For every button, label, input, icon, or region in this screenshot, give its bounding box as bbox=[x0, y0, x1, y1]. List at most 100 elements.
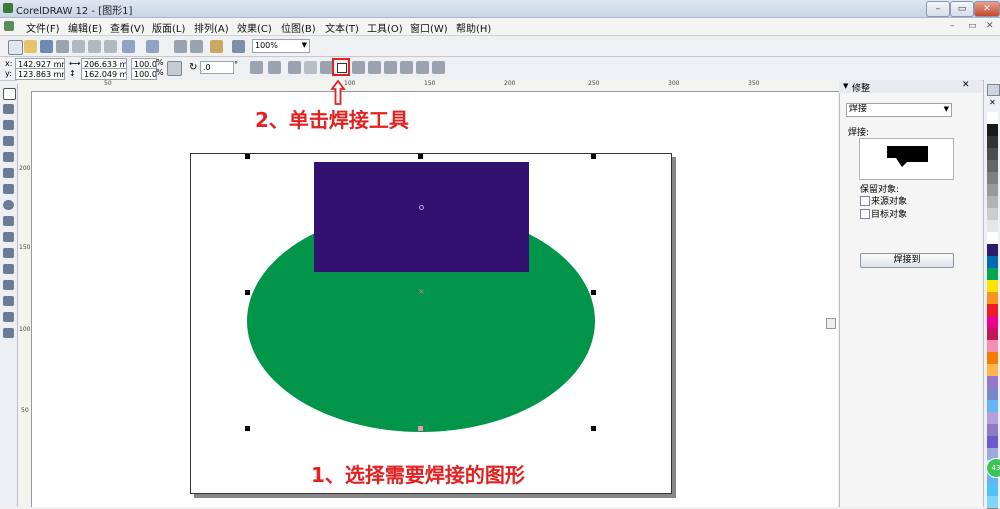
weld-to-button[interactable]: 焊接到 bbox=[860, 253, 954, 268]
docker-close-icon[interactable]: ✕ bbox=[962, 80, 970, 90]
menu-edit[interactable]: 编辑(E) bbox=[68, 20, 102, 35]
document-icon[interactable] bbox=[4, 21, 14, 31]
selection-handle[interactable] bbox=[245, 154, 250, 159]
scroll-thumb[interactable] bbox=[826, 318, 836, 329]
purple-rectangle[interactable] bbox=[314, 162, 529, 272]
ungroup-icon[interactable] bbox=[304, 61, 317, 74]
menu-tools[interactable]: 工具(O) bbox=[367, 20, 403, 35]
drawing-canvas[interactable]: × 1、选择需要焊接的图形 2、单击焊接工具 bbox=[32, 80, 838, 507]
floating-badge-icon[interactable]: 43 bbox=[986, 458, 1000, 478]
selection-handle[interactable] bbox=[591, 290, 596, 295]
menu-layout[interactable]: 版面(L) bbox=[152, 20, 185, 35]
eyedropper-tool-icon[interactable] bbox=[3, 280, 14, 290]
doc-restore-icon[interactable]: ▭ bbox=[968, 21, 977, 31]
palette-swatch[interactable] bbox=[987, 496, 998, 509]
y-position-input[interactable]: 123.863 mm bbox=[15, 68, 65, 80]
simplify-icon[interactable] bbox=[384, 61, 397, 74]
freehand-tool-icon[interactable] bbox=[3, 152, 14, 162]
front-minus-back-icon[interactable] bbox=[400, 61, 413, 74]
doc-min-icon[interactable]: – bbox=[950, 21, 955, 31]
menu-arrange[interactable]: 排列(A) bbox=[194, 20, 229, 35]
redo-icon[interactable] bbox=[146, 40, 159, 53]
selection-handle[interactable] bbox=[418, 154, 423, 159]
zoom-tool-icon[interactable] bbox=[3, 136, 14, 146]
scale-y-input[interactable]: 100.0 bbox=[131, 68, 157, 80]
selection-handle[interactable] bbox=[591, 154, 596, 159]
menu-help[interactable]: 帮助(H) bbox=[456, 20, 491, 35]
menu-text[interactable]: 文本(T) bbox=[325, 20, 359, 35]
undo-icon[interactable] bbox=[122, 40, 135, 53]
target-object-label: 目标对象 bbox=[871, 210, 908, 220]
interactive-fill-tool-icon[interactable] bbox=[3, 328, 14, 338]
menu-file[interactable]: 文件(F) bbox=[26, 20, 60, 35]
menu-view[interactable]: 查看(V) bbox=[110, 20, 145, 35]
drawing-page[interactable]: × 1、选择需要焊接的图形 bbox=[190, 153, 672, 494]
lock-ratio-icon[interactable] bbox=[167, 61, 182, 76]
shape-tool-icon[interactable] bbox=[3, 104, 14, 114]
menu-bitmaps[interactable]: 位图(B) bbox=[281, 20, 316, 35]
mirror-v-icon[interactable] bbox=[268, 61, 281, 74]
intersect-icon[interactable] bbox=[368, 61, 381, 74]
mirror-h-icon[interactable] bbox=[250, 61, 263, 74]
no-color-icon[interactable]: ✕ bbox=[987, 98, 998, 108]
shaping-mode-select[interactable]: 焊接 ▼ bbox=[846, 103, 952, 117]
app-launcher-icon[interactable] bbox=[210, 40, 223, 53]
close-button[interactable]: ✕ bbox=[974, 1, 1000, 17]
annotation-arrow-icon bbox=[330, 80, 346, 105]
minimize-button[interactable]: – bbox=[926, 1, 950, 17]
fill-tool-icon[interactable] bbox=[3, 312, 14, 322]
menu-effects[interactable]: 效果(C) bbox=[237, 20, 272, 35]
toolbox bbox=[0, 84, 18, 507]
chevron-down-icon: ▼ bbox=[943, 105, 949, 113]
chevron-down-icon[interactable]: ▼ bbox=[843, 82, 848, 90]
selection-handle[interactable] bbox=[245, 426, 250, 431]
width-icon: ⟷ bbox=[69, 59, 81, 68]
selection-handle[interactable] bbox=[591, 426, 596, 431]
crop-tool-icon[interactable] bbox=[3, 120, 14, 130]
open-icon[interactable] bbox=[24, 40, 37, 53]
cut-icon[interactable] bbox=[72, 40, 85, 53]
target-object-checkbox[interactable] bbox=[860, 209, 870, 219]
ruler-tick: 100 bbox=[19, 326, 31, 333]
outline-tool-icon[interactable] bbox=[3, 296, 14, 306]
polygon-tool-icon[interactable] bbox=[3, 216, 14, 226]
selection-handle[interactable] bbox=[245, 290, 250, 295]
boundary-icon[interactable] bbox=[432, 61, 445, 74]
paste-icon[interactable] bbox=[104, 40, 117, 53]
source-object-checkbox[interactable] bbox=[860, 196, 870, 206]
horizontal-ruler: 50 100 150 200 250 300 350 bbox=[17, 80, 839, 92]
trim-icon[interactable] bbox=[352, 61, 365, 74]
new-icon[interactable] bbox=[8, 40, 23, 55]
weld-to-label: 焊接到 bbox=[893, 255, 921, 265]
color-palette: ✕ 43 bbox=[983, 80, 1000, 509]
print-icon[interactable] bbox=[56, 40, 69, 53]
smart-fill-tool-icon[interactable] bbox=[3, 168, 14, 178]
back-minus-front-icon[interactable] bbox=[416, 61, 429, 74]
source-object-label: 来源对象 bbox=[871, 197, 908, 207]
basic-shapes-tool-icon[interactable] bbox=[3, 232, 14, 242]
save-icon[interactable] bbox=[40, 40, 53, 53]
vertical-ruler: 200 150 100 50 bbox=[17, 91, 32, 507]
menu-window[interactable]: 窗口(W) bbox=[410, 20, 448, 35]
weld-button[interactable] bbox=[332, 58, 350, 76]
doc-close-icon[interactable]: ✕ bbox=[986, 21, 994, 31]
text-tool-icon[interactable] bbox=[3, 248, 14, 258]
pick-tool-icon[interactable] bbox=[3, 88, 16, 100]
ruler-tick: 350 bbox=[748, 80, 760, 87]
zoom-level-value: 100% bbox=[255, 41, 278, 50]
zoom-level-select[interactable]: 100% ▼ bbox=[252, 39, 310, 53]
ruler-tick: 150 bbox=[19, 244, 31, 251]
export-icon[interactable] bbox=[190, 40, 203, 53]
rectangle-tool-icon[interactable] bbox=[3, 184, 14, 194]
maximize-button[interactable]: ▭ bbox=[950, 1, 974, 17]
rotation-input[interactable]: .0 bbox=[200, 61, 234, 74]
corel-online-icon[interactable] bbox=[232, 40, 245, 53]
copy-icon[interactable] bbox=[88, 40, 101, 53]
group-icon[interactable] bbox=[288, 61, 301, 74]
ellipse-tool-icon[interactable] bbox=[3, 200, 14, 210]
interactive-blend-tool-icon[interactable] bbox=[3, 264, 14, 274]
palette-menu-icon[interactable] bbox=[987, 84, 1000, 96]
chevron-down-icon: ▼ bbox=[301, 41, 307, 49]
import-icon[interactable] bbox=[174, 40, 187, 53]
height-input[interactable]: 162.049 mr bbox=[81, 68, 127, 80]
